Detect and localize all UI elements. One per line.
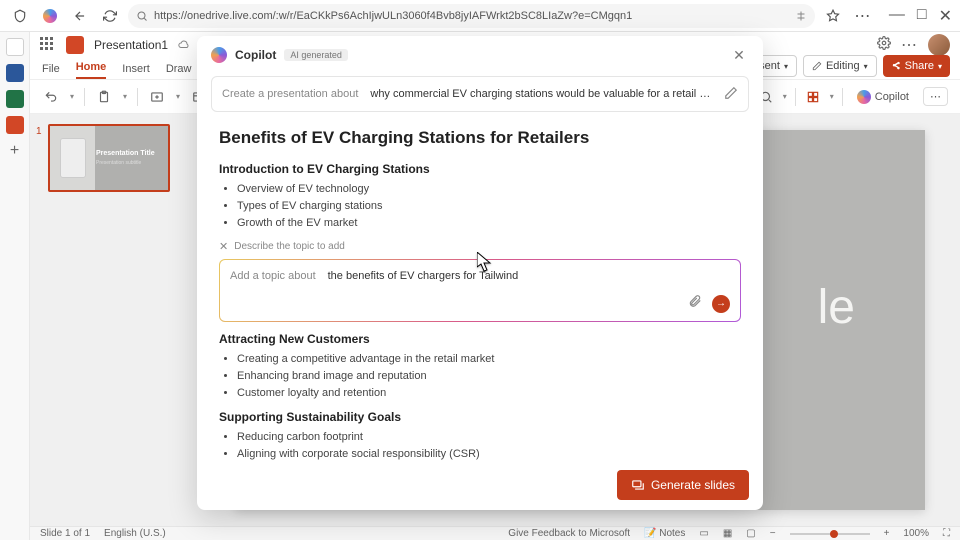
slide-title-fragment: le: [818, 280, 855, 335]
window-controls: — □ ✕: [889, 6, 952, 26]
rail-add-icon[interactable]: +: [6, 142, 24, 160]
close-icon[interactable]: ✕: [729, 47, 749, 64]
tab-draw[interactable]: Draw: [166, 63, 192, 79]
cloud-sync-icon: [178, 39, 190, 51]
maximize-icon[interactable]: □: [917, 6, 927, 26]
list-item: Types of EV charging stations: [237, 198, 741, 215]
browser-toolbar: ⋯ — □ ✕: [0, 0, 960, 32]
copilot-icon: [857, 90, 871, 104]
topic-describe-label: Describe the topic to add: [234, 241, 345, 252]
send-topic-button[interactable]: →: [712, 295, 730, 313]
generate-slides-button[interactable]: Generate slides: [617, 470, 749, 500]
status-feedback[interactable]: Give Feedback to Microsoft: [508, 528, 630, 539]
new-slide-icon[interactable]: [148, 88, 166, 106]
list-item: Growth of the EV market: [237, 215, 741, 232]
tab-file[interactable]: File: [42, 63, 60, 79]
url-input[interactable]: [154, 10, 789, 22]
copilot-toolbar-button[interactable]: Copilot: [851, 88, 915, 106]
generate-icon: [631, 478, 645, 492]
document-name[interactable]: Presentation1: [94, 38, 168, 52]
prompt-box[interactable]: Create a presentation about why commerci…: [211, 76, 749, 112]
topic-input[interactable]: the benefits of EV chargers for Tailwind: [328, 270, 519, 282]
fit-to-window-icon[interactable]: ⛶: [943, 528, 950, 539]
status-bar: Slide 1 of 1 English (U.S.) Give Feedbac…: [30, 526, 960, 540]
minimize-icon[interactable]: —: [889, 6, 905, 26]
rail-tab-icon[interactable]: [6, 38, 24, 56]
zoom-in-icon[interactable]: +: [884, 528, 890, 539]
shield-icon[interactable]: [8, 4, 32, 28]
copilot-title: Copilot: [235, 48, 276, 62]
thumbnail-image: [60, 138, 86, 178]
section-list: Reducing carbon footprint Aligning with …: [237, 429, 741, 460]
user-avatar[interactable]: [928, 34, 950, 56]
favorite-icon[interactable]: [821, 4, 845, 28]
topic-label: Add a topic about: [230, 270, 316, 282]
add-topic-box[interactable]: Add a topic about the benefits of EV cha…: [219, 259, 741, 322]
section-heading: Introduction to EV Charging Stations: [219, 162, 741, 176]
edit-prompt-icon[interactable]: [724, 86, 738, 103]
copilot-panel: Copilot AI generated ✕ Create a presenta…: [197, 36, 763, 510]
view-sorter-icon[interactable]: ▦: [723, 528, 732, 539]
list-item: Reducing carbon footprint: [237, 429, 741, 446]
section-list: Creating a competitive advantage in the …: [237, 351, 741, 402]
view-reading-icon[interactable]: ▢: [746, 528, 755, 539]
section-heading: Supporting Sustainability Goals: [219, 410, 741, 424]
tab-home[interactable]: Home: [76, 61, 107, 79]
status-notes[interactable]: 📝 Notes: [644, 528, 685, 539]
app-launcher-icon[interactable]: [40, 37, 56, 53]
share-button[interactable]: Share▾: [883, 55, 950, 77]
attach-icon[interactable]: [688, 294, 702, 313]
browser-more-icon[interactable]: ⋯: [851, 4, 875, 28]
zoom-slider[interactable]: [790, 533, 870, 535]
rail-powerpoint-icon[interactable]: [6, 116, 24, 134]
thumbnail-subtitle: Presentation subtitle: [96, 160, 141, 166]
close-window-icon[interactable]: ✕: [939, 6, 952, 26]
translate-icon[interactable]: [795, 10, 807, 22]
designer-icon[interactable]: [804, 88, 822, 106]
ai-badge: AI generated: [284, 49, 348, 61]
back-icon[interactable]: [68, 4, 92, 28]
view-normal-icon[interactable]: ▭: [699, 528, 708, 539]
status-language[interactable]: English (U.S.): [104, 528, 166, 539]
thumbnail-title: Presentation Title: [96, 150, 155, 157]
prompt-value: why commercial EV charging stations woul…: [370, 88, 712, 100]
undo-icon[interactable]: [42, 88, 60, 106]
zoom-out-icon[interactable]: −: [770, 528, 776, 539]
outline-body: Benefits of EV Charging Stations for Ret…: [197, 122, 763, 460]
tab-insert[interactable]: Insert: [122, 63, 150, 79]
app-side-rail: +: [0, 32, 30, 540]
dismiss-topic-icon[interactable]: ✕: [219, 240, 228, 253]
thumbnail-index: 1: [36, 126, 42, 137]
copilot-footer: Generate slides: [197, 460, 763, 510]
copilot-logo-icon: [211, 47, 227, 63]
list-item: Enhancing brand image and reputation: [237, 368, 741, 385]
app-more-icon[interactable]: ⋯: [901, 35, 918, 55]
section-list: Overview of EV technology Types of EV ch…: [237, 181, 741, 232]
powerpoint-logo-icon: [66, 36, 84, 54]
search-icon: [136, 10, 148, 22]
slide-thumbnail-panel: 1 Presentation Title Presentation subtit…: [30, 114, 200, 526]
editing-mode-button[interactable]: Editing▾: [803, 55, 877, 77]
outline-title: Benefits of EV Charging Stations for Ret…: [219, 128, 741, 148]
list-item: Aligning with corporate social responsib…: [237, 446, 741, 460]
copilot-browser-icon[interactable]: [38, 4, 62, 28]
paste-icon[interactable]: [95, 88, 113, 106]
rail-word-icon[interactable]: [6, 64, 24, 82]
status-slide-count: Slide 1 of 1: [40, 528, 90, 539]
refresh-icon[interactable]: [98, 4, 122, 28]
zoom-level[interactable]: 100%: [903, 528, 929, 539]
section-heading: Attracting New Customers: [219, 332, 741, 346]
prompt-label: Create a presentation about: [222, 88, 358, 100]
copilot-header: Copilot AI generated ✕: [197, 36, 763, 74]
gear-icon[interactable]: [877, 36, 891, 55]
topic-describe-row[interactable]: ✕ Describe the topic to add: [219, 240, 741, 253]
list-item: Creating a competitive advantage in the …: [237, 351, 741, 368]
slide-thumbnail[interactable]: 1 Presentation Title Presentation subtit…: [38, 124, 192, 192]
url-bar[interactable]: [128, 4, 815, 28]
list-item: Overview of EV technology: [237, 181, 741, 198]
toolbar-more-icon[interactable]: ⋯: [923, 87, 948, 106]
list-item: Customer loyalty and retention: [237, 385, 741, 402]
rail-excel-icon[interactable]: [6, 90, 24, 108]
